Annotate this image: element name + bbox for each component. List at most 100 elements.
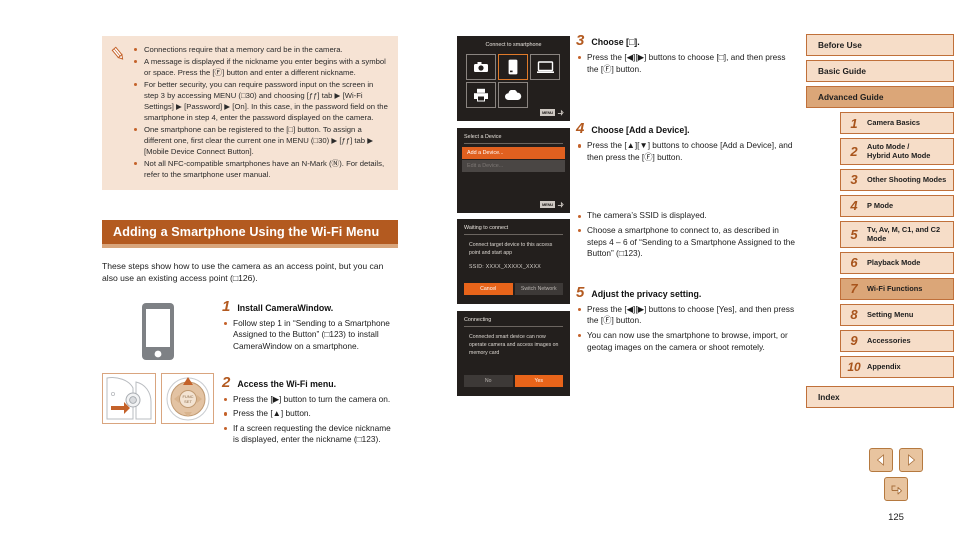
sidebar-item-wifi-functions[interactable]: 7 Wi-Fi Functions xyxy=(840,277,954,300)
chapter-number: 2 xyxy=(850,143,858,159)
screen-title: Connect to smartphone xyxy=(485,42,542,48)
computer-icon[interactable] xyxy=(530,54,560,80)
chapter-label: Playback Mode xyxy=(867,257,921,267)
step-block: 3 Choose [□]. Press the [◀][▶] buttons t… xyxy=(576,33,798,75)
chapter-label: Camera Basics xyxy=(867,118,921,128)
device-icon-grid xyxy=(466,54,560,108)
screen-message: Connect target device to this access poi… xyxy=(469,241,560,271)
chapter-label: P Mode xyxy=(867,201,894,211)
next-page-button[interactable] xyxy=(899,448,923,472)
menu-chip-label: MENU xyxy=(540,200,555,208)
screen-title: Waiting to connect xyxy=(464,225,509,231)
step-block: 5 Adjust the privacy setting. Press the … xyxy=(576,285,798,353)
chapter-label: Tv, Av, M, C1, and C2 Mode xyxy=(867,224,941,244)
right-steps-column: 3 Choose [□]. Press the [◀][▶] buttons t… xyxy=(576,33,798,356)
sidebar-item-accessories[interactable]: 9 Accessories xyxy=(840,329,954,352)
camera-screens-column: Connect to smartphone MENU Select a Devi… xyxy=(457,36,570,402)
cancel-button[interactable]: Cancel xyxy=(464,283,513,295)
chapter-number: 3 xyxy=(850,172,858,188)
sidebar-item-setting-menu[interactable]: 8 Setting Menu xyxy=(840,303,954,326)
step-number: 5 xyxy=(576,283,585,301)
chapter-number: 8 xyxy=(850,307,858,323)
switch-network-button[interactable]: Switch Network xyxy=(514,283,563,295)
sidebar-item-advanced-guide[interactable]: Advanced Guide xyxy=(806,86,954,108)
step-body: 1 Install CameraWindow. Follow step 1 in… xyxy=(214,299,398,449)
sidebar-item-before-use[interactable]: Before Use xyxy=(806,34,954,56)
ssid-text: SSID: XXXX_XXXXX_XXXX xyxy=(469,263,542,270)
step-title: 5 Adjust the privacy setting. xyxy=(576,285,798,300)
svg-text:SET: SET xyxy=(184,399,192,404)
prev-page-button[interactable] xyxy=(869,448,893,472)
page-navigation: 125 xyxy=(856,448,936,523)
menu-badge: MENU xyxy=(540,109,564,116)
sidebar-item-other-shooting-modes[interactable]: 3 Other Shooting Modes xyxy=(840,168,954,191)
section-header: Adding a Smartphone Using the Wi-Fi Menu xyxy=(102,219,398,248)
step-number: 4 xyxy=(576,120,585,138)
chapter-number: 7 xyxy=(850,281,858,297)
screen-button-row: No Yes xyxy=(464,374,563,387)
pencil-icon xyxy=(110,44,126,181)
step-bullets: Press the [◀][▶] buttons to choose [Yes]… xyxy=(576,304,798,353)
note-item: Not all NFC-compatible smartphones have … xyxy=(132,158,388,180)
chapter-number: 5 xyxy=(850,226,858,242)
sidebar-item-playback-mode[interactable]: 6 Playback Mode xyxy=(840,251,954,274)
step-block: 4 Choose [Add a Device]. Press the [▲][▼… xyxy=(576,121,798,163)
printer-icon[interactable] xyxy=(466,82,496,108)
chapter-label: Setting Menu xyxy=(867,309,914,319)
sidebar-item-camera-basics[interactable]: 1 Camera Basics xyxy=(840,112,954,134)
screen-button-row: Cancel Switch Network xyxy=(464,283,563,295)
smartphone-illustration xyxy=(102,301,214,363)
connect-to-smartphone-screen: Connect to smartphone MENU xyxy=(457,36,570,121)
bullet-item: Choose a smartphone to connect to, as de… xyxy=(576,225,798,260)
note-item: One smartphone can be registered to the … xyxy=(132,124,388,158)
chapter-label: Auto Mode / Hybrid Auto Mode xyxy=(867,142,931,161)
note-item: A message is displayed if the nickname y… xyxy=(132,56,388,78)
sidebar-item-auto-mode[interactable]: 2 Auto Mode / Hybrid Auto Mode xyxy=(840,138,954,165)
title-rule xyxy=(464,142,563,144)
step-bullets: Press the [◀][▶] buttons to choose [□], … xyxy=(576,52,798,75)
sidebar-item-index[interactable]: Index xyxy=(806,385,954,408)
sidebar-item-appendix[interactable]: 10 Appendix xyxy=(840,355,954,378)
step-title: 1 Install CameraWindow. xyxy=(222,299,398,314)
chapter-number: 9 xyxy=(850,333,858,349)
step-bullets: Press the [▶] button to turn the camera … xyxy=(222,394,398,446)
bullet-item: If a screen requesting the device nickna… xyxy=(222,423,398,446)
bullet-item: Press the [◀][▶] buttons to choose [Yes]… xyxy=(576,304,798,327)
bullet-item: The camera’s SSID is displayed. xyxy=(576,210,798,222)
camera-illustrations: FUNC SET xyxy=(102,372,214,424)
section-title: Adding a Smartphone Using the Wi-Fi Menu xyxy=(102,219,398,244)
cloud-icon[interactable] xyxy=(498,82,528,108)
chevron-right-icon xyxy=(908,454,916,466)
step-number: 3 xyxy=(576,32,585,49)
connecting-screen: Connecting Connected smart device can no… xyxy=(457,310,570,396)
menu-chip-label: MENU xyxy=(540,109,555,116)
step-number: 2 xyxy=(222,373,231,391)
step-title-text: Choose [□]. xyxy=(591,37,640,47)
chapter-number: 6 xyxy=(850,255,858,271)
list-item-add-device[interactable]: Add a Device... xyxy=(462,146,565,159)
camera-icon[interactable] xyxy=(466,54,496,80)
step-figures: FUNC SET xyxy=(102,299,214,449)
bullet-item: Press the [▲][▼] buttons to choose [Add … xyxy=(576,140,798,163)
yes-button[interactable]: Yes xyxy=(514,374,563,387)
step-title: 3 Choose [□]. xyxy=(576,33,798,48)
manual-page: Connections require that a memory card b… xyxy=(0,0,954,537)
note-box: Connections require that a memory card b… xyxy=(102,36,398,190)
no-button[interactable]: No xyxy=(464,374,513,387)
smartphone-icon[interactable] xyxy=(498,54,528,80)
sidebar-item-basic-guide[interactable]: Basic Guide xyxy=(806,60,954,82)
note-item: Connections require that a memory card b… xyxy=(132,44,388,55)
bullet-item: Press the [▶] button to turn the camera … xyxy=(222,394,398,406)
list-item-edit-device[interactable]: Edit a Device... xyxy=(462,159,565,172)
step-bullets: The camera’s SSID is displayed. Choose a… xyxy=(576,210,798,259)
nav-arrows xyxy=(856,448,936,472)
chapter-label: Accessories xyxy=(867,335,911,345)
sidebar-item-p-mode[interactable]: 4 P Mode xyxy=(840,194,954,217)
step-bullets: Press the [▲][▼] buttons to choose [Add … xyxy=(576,140,798,163)
back-button[interactable] xyxy=(884,477,908,501)
sidebar-item-tv-av-m-mode[interactable]: 5 Tv, Av, M, C1, and C2 Mode xyxy=(840,220,954,248)
return-arrow-icon xyxy=(891,485,902,495)
step-title: 4 Choose [Add a Device]. xyxy=(576,121,798,136)
chapter-number: 4 xyxy=(850,198,858,214)
chevron-left-icon xyxy=(876,454,884,466)
